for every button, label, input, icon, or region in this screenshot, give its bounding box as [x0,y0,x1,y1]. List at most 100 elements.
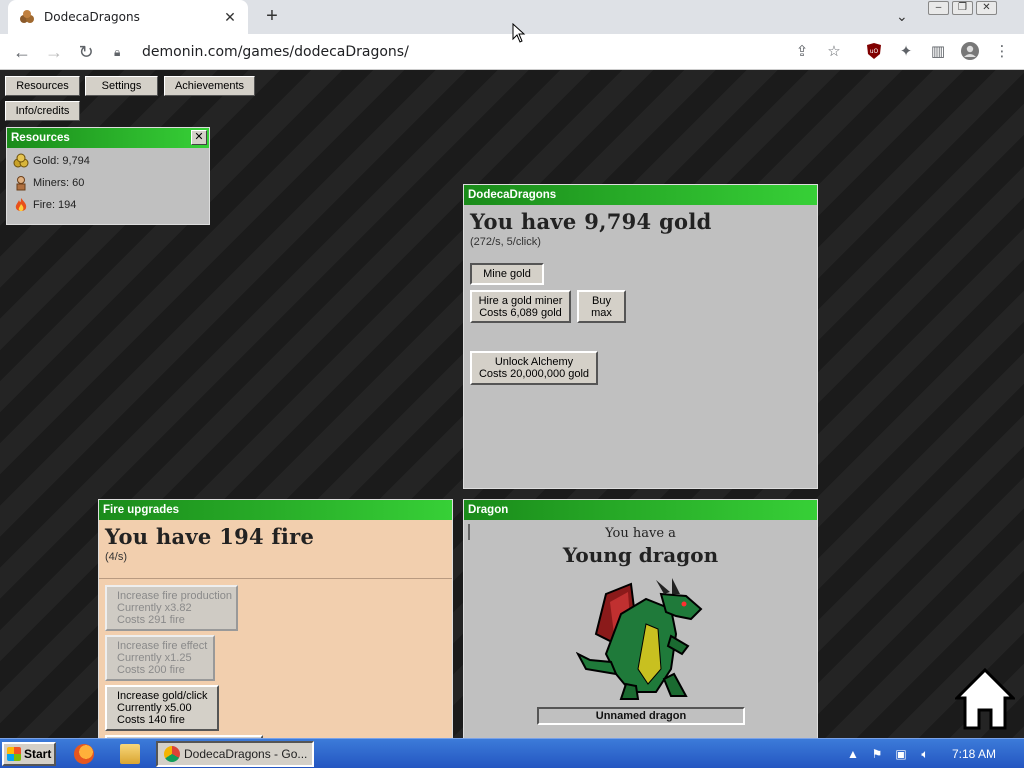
gold-coins-icon [13,153,29,169]
dragon-you-have: You have a [605,526,676,541]
fire-resource-row: Fire: 194 [7,194,209,216]
reload-icon[interactable]: ↻ [74,40,98,64]
resources-panel-header: Resources ✕ [7,128,209,148]
restore-icon[interactable]: ❐ [952,1,973,15]
share-icon[interactable]: ⇪ [792,42,812,62]
info-credits-menu-button[interactable]: Info/credits [5,101,80,121]
dragon-sprite-image[interactable] [575,574,706,700]
upgrade-cost: Costs 291 fire [117,614,185,626]
upgrade-cost: Costs 200 fire [117,664,185,676]
forward-icon[interactable]: → [42,40,66,64]
unlock-alchemy-button[interactable]: Unlock Alchemy Costs 20,000,000 gold [470,351,598,385]
settings-menu-button[interactable]: Settings [85,76,158,96]
upgrade-cost: Costs 140 fire [117,714,185,726]
fire-panel-divider [99,578,452,579]
unlock-alchemy-cost: Costs 20,000,000 gold [478,368,590,380]
resources-panel: Resources ✕ Gold: 9,794 Miners: 60 Fire:… [6,127,210,225]
clock[interactable]: 7:18 AM [952,747,996,761]
upgrade-label: Increase fire production [117,590,232,602]
chrome-icon [164,746,180,762]
volume-icon[interactable]: 🔈︎ [918,747,932,761]
miner-icon [13,175,29,191]
bookmark-star-icon[interactable]: ☆ [824,42,844,62]
network-icon[interactable]: ▣ [894,747,908,761]
dragon-panel-header: Dragon [464,500,817,520]
resources-menu-button[interactable]: Resources [5,76,80,96]
increase-gold-per-click-button[interactable]: Increase gold/click Currently x5.00 Cost… [105,685,219,731]
buy-max-button[interactable]: Buy max [577,290,626,323]
main-panel-title: DodecaDragons [468,189,557,201]
system-tray: ▲ ⚑ ▣ 🔈︎ 7:18 AM [840,741,1024,767]
extensions-puzzle-icon[interactable]: ✦ [896,42,916,62]
minimize-icon[interactable]: – [928,1,949,15]
gold-heading: You have 9,794 gold [470,209,712,234]
dragon-name-field[interactable]: Unnamed dragon [537,707,745,725]
chevron-down-icon[interactable]: ⌄ [896,8,908,25]
fire-resource-label: Fire: 194 [33,199,77,211]
gold-resource-row: Gold: 9,794 [7,150,209,172]
main-panel-header: DodecaDragons [464,185,817,205]
dragon-text-cursor [468,524,470,540]
dragon-favicon-icon [18,8,36,26]
fire-panel-title: Fire upgrades [103,504,180,516]
address-bar[interactable]: 🔒︎ demonin.com/games/dodecaDragons/ [114,40,822,64]
hire-miner-label: Hire a gold miner [478,294,563,307]
fire-icon [13,197,29,213]
close-icon[interactable]: ✕ [191,130,207,145]
increase-fire-effect-button[interactable]: Increase fire effect Currently x1.25 Cos… [105,635,215,681]
home-icon[interactable] [953,667,1017,730]
tab-close-icon[interactable]: ✕ [222,9,238,26]
hire-miner-cost: Costs 6,089 gold [479,306,562,319]
unlock-alchemy-label: Unlock Alchemy [494,356,574,368]
window-controls: – ❐ ✕ [928,1,997,15]
start-button[interactable]: Start [2,742,56,766]
hire-miner-button[interactable]: Hire a gold miner Costs 6,089 gold [470,290,571,323]
window-close-icon[interactable]: ✕ [976,1,997,15]
resources-panel-title: Resources [11,132,70,144]
game-area: Resources Settings Achievements Info/cre… [0,70,1024,738]
fire-heading: You have 194 fire [105,524,315,549]
upgrade-current: Currently x1.25 [117,652,192,664]
mine-gold-button[interactable]: Mine gold [470,263,544,285]
mine-gold-label: Mine gold [483,268,531,280]
upgrade-label: Increase fire effect [117,640,208,652]
upgrade-current: Currently x3.82 [117,602,192,614]
dragon-type: Young dragon [562,543,719,567]
flag-icon[interactable]: ⚑ [870,747,884,761]
profile-avatar-icon[interactable] [960,42,980,62]
windows-taskbar: Start DodecaDragons - Go... ▲ ⚑ ▣ 🔈︎ 7:1… [0,738,1024,768]
buy-max-label-2: max [591,306,612,319]
fire-panel-header: Fire upgrades [99,500,452,520]
back-icon[interactable]: ← [10,40,34,64]
folder-icon[interactable] [120,744,140,764]
url-text: demonin.com/games/dodecaDragons/ [142,44,409,60]
windows-logo-icon [7,747,21,761]
miners-resource-row: Miners: 60 [7,172,209,194]
dragon-panel: Dragon You have a Young dragon Unnamed d… [463,499,818,738]
main-gold-panel: DodecaDragons You have 9,794 gold (272/s… [463,184,818,489]
taskbar-item-label: DodecaDragons - Go... [184,747,308,761]
fire-rate: (4/s) [105,551,127,563]
taskbar-chrome-item[interactable]: DodecaDragons - Go... [156,741,314,767]
gold-resource-label: Gold: 9,794 [33,155,90,167]
svg-text:uO: uO [870,48,879,55]
upgrade-current: Currently x5.00 [117,702,192,714]
mouse-cursor-icon [512,23,526,43]
miners-resource-label: Miners: 60 [33,177,85,189]
side-panel-icon[interactable]: ▥ [928,42,948,62]
gold-rate: (272/s, 5/click) [470,236,541,248]
tab-title: DodecaDragons [44,10,140,24]
dragon-panel-title: Dragon [468,504,509,516]
kebab-menu-icon[interactable]: ⋮ [992,42,1012,62]
browser-tab[interactable]: DodecaDragons ✕ [8,0,248,34]
achievements-menu-button[interactable]: Achievements [164,76,255,96]
upgrade-label: Increase gold/click [117,690,208,702]
increase-fire-production-button[interactable]: Increase fire production Currently x3.82… [105,585,238,631]
lock-icon[interactable]: 🔒︎ [114,45,130,60]
start-label: Start [24,747,52,761]
firefox-icon[interactable] [74,744,94,764]
ublock-icon[interactable]: uO [864,42,884,62]
new-tab-icon[interactable]: + [262,6,282,26]
tray-arrow-icon[interactable]: ▲ [846,747,860,761]
buy-max-label-1: Buy [592,294,611,307]
